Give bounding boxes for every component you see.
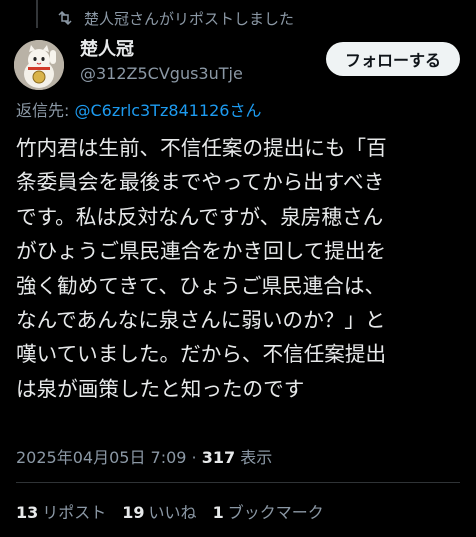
bookmark-stat-label: ブックマーク	[227, 503, 324, 522]
repost-stat-label: リポスト	[42, 503, 107, 522]
post-text: 竹内君は生前、不信任案の提出にも「百 条委員会を最後までやってから出すべき です…	[16, 136, 387, 401]
view-count: 317	[201, 448, 236, 467]
repost-indicator[interactable]: 楚人冠さんがリポストしました	[56, 6, 294, 30]
stat-likes[interactable]: 19 いいね	[122, 499, 196, 523]
author-handle[interactable]: @312Z5CVgus3uTje	[80, 62, 243, 86]
engagement-stats: 13 リポスト 19 いいね 1 ブックマーク	[16, 499, 324, 523]
post-meta: 2025年04月05日 7:09 · 317 表示	[16, 444, 272, 468]
bookmark-count: 1	[212, 503, 224, 522]
view-label: 表示	[235, 448, 273, 467]
post-timestamp[interactable]: 2025年04月05日 7:09	[16, 448, 186, 467]
divider	[16, 482, 460, 483]
thread-line	[36, 0, 38, 28]
reply-to-mention[interactable]: @C6zrlc3Tz841126さん	[74, 101, 261, 120]
reply-to-prefix: 返信先:	[16, 101, 75, 120]
like-count: 19	[122, 503, 145, 522]
post-header: 楚人冠 @312Z5CVgus3uTje フォローする	[14, 38, 460, 90]
repost-count: 13	[16, 503, 39, 522]
stat-reposts[interactable]: 13 リポスト	[16, 499, 106, 523]
reply-to-line: 返信先: @C6zrlc3Tz841126さん	[16, 97, 262, 121]
author-name[interactable]: 楚人冠	[80, 38, 243, 62]
stat-bookmarks[interactable]: 1 ブックマーク	[213, 499, 324, 523]
like-stat-label: いいね	[148, 503, 197, 522]
repost-label: 楚人冠さんがリポストしました	[84, 9, 295, 28]
maneki-neko-avatar-image	[14, 40, 64, 90]
follow-button[interactable]: フォローする	[326, 42, 460, 76]
repost-icon	[58, 10, 72, 26]
meta-separator: ·	[186, 448, 202, 467]
avatar[interactable]	[14, 40, 64, 90]
